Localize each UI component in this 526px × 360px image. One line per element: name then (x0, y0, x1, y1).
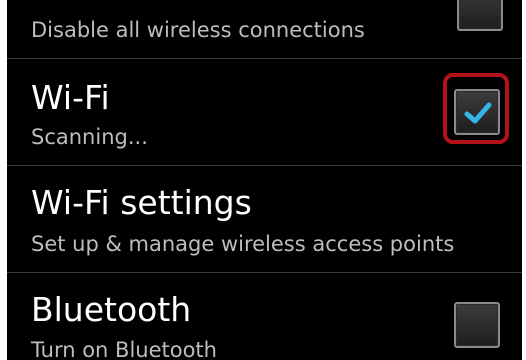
bluetooth-checkbox[interactable] (454, 302, 500, 348)
wifi-settings-row[interactable]: Wi-Fi settings Set up & manage wireless … (7, 166, 522, 272)
airplane-mode-checkbox[interactable] (457, 0, 503, 31)
wifi-settings-title: Wi-Fi settings (31, 183, 252, 222)
airplane-mode-row[interactable]: Disable all wireless connections (7, 0, 522, 58)
wifi-row[interactable]: Wi-Fi Scanning... (7, 59, 522, 165)
wifi-settings-summary: Set up & manage wireless access points (31, 232, 455, 256)
wifi-checkbox-highlight (443, 73, 509, 144)
bluetooth-row[interactable]: Bluetooth Turn on Bluetooth (7, 273, 522, 360)
wireless-settings-screen: Disable all wireless connections Wi-Fi S… (7, 0, 522, 360)
bluetooth-title: Bluetooth (31, 290, 192, 329)
airplane-mode-summary: Disable all wireless connections (31, 18, 365, 42)
wifi-title: Wi-Fi (31, 78, 110, 117)
wifi-summary: Scanning... (31, 125, 148, 149)
bluetooth-summary: Turn on Bluetooth (31, 338, 217, 360)
